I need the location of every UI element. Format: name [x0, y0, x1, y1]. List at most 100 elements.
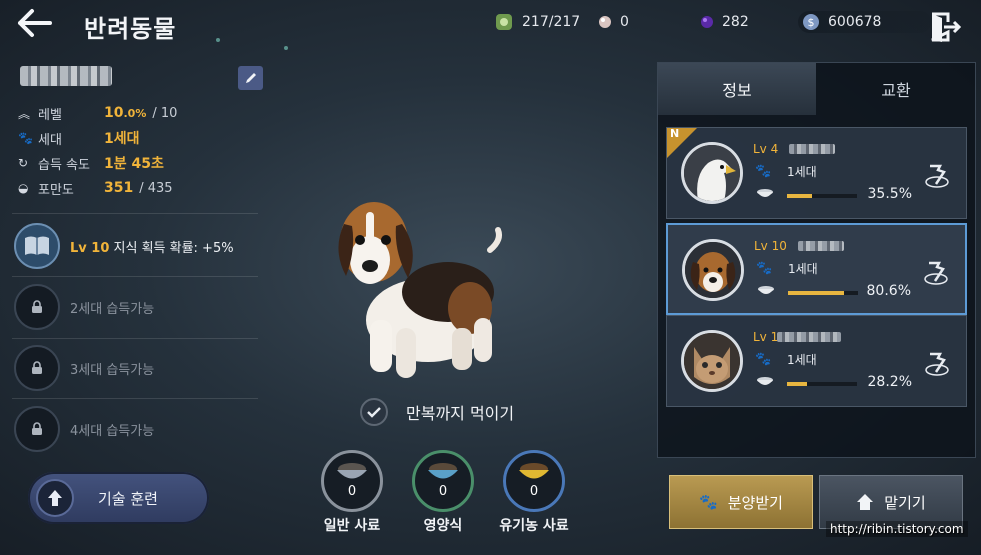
currency-energy: 217/217	[494, 11, 580, 33]
stat-level: ︽ 레벨 10.0% / 10	[18, 102, 177, 124]
satiety-bar-fill	[787, 382, 807, 386]
feed-count: 0	[438, 484, 448, 499]
food-bowl-icon	[519, 463, 549, 479]
satiety-bar	[787, 194, 857, 198]
skill-row-4[interactable]: 4세대 습득가능	[12, 399, 258, 459]
release-button[interactable]	[922, 162, 952, 192]
skill-row-1[interactable]: Lv 10 지식 획득 확률: +5%	[12, 216, 258, 276]
bowl-icon	[757, 377, 773, 385]
paw-icon: 🐾	[756, 261, 773, 276]
bowl-icon	[758, 286, 774, 294]
feed-until-full-label: 만복까지 먹이기	[406, 404, 515, 423]
lock-icon	[14, 345, 60, 391]
deposit-label: 맡기기	[884, 493, 926, 512]
satiety-percent: 28.2%	[867, 374, 912, 390]
pencil-icon	[245, 73, 256, 83]
release-arrow-icon	[925, 352, 949, 376]
paw-icon: 🐾	[699, 493, 718, 511]
divider	[12, 213, 258, 214]
stat-value: 10.0%	[104, 105, 146, 121]
pet-card-3[interactable]: Lv 1 🐾 1세대 28.2%	[666, 315, 967, 407]
food-bowl-icon	[337, 463, 367, 479]
silver-pill: $ 600678	[798, 11, 932, 33]
pearl-value: 0	[620, 14, 629, 30]
release-button[interactable]	[921, 259, 951, 289]
feed-label: 일반 사료	[323, 518, 381, 534]
stat-label: 레벨	[38, 107, 62, 123]
rename-button[interactable]	[238, 66, 263, 90]
bowl-icon: ◒	[18, 181, 29, 195]
satiety-bar	[788, 291, 858, 295]
stat-value: 351	[104, 180, 134, 196]
grade-label: N	[670, 127, 680, 140]
exit-button[interactable]	[928, 10, 962, 44]
skill-training-button[interactable]: 기술 훈련	[28, 472, 209, 524]
food-bowl-icon	[428, 463, 458, 479]
release-button[interactable]	[922, 350, 952, 380]
pet-name-censored	[798, 241, 844, 251]
stat-label: 습득 속도	[38, 157, 90, 173]
pet-card-1[interactable]: N Lv 4 🐾 1세대 35.5%	[666, 127, 967, 219]
skill-text: Lv 10 지식 획득 확률: +5%	[70, 237, 234, 256]
level-percent: .0%	[123, 107, 147, 120]
paw-icon: 🐾	[755, 352, 772, 367]
pet-generation: 1세대	[788, 262, 818, 276]
pet-level: Lv 4	[753, 142, 779, 156]
satiety-bar-fill	[787, 194, 812, 198]
pet-level: Lv 10	[754, 239, 787, 253]
check-icon	[360, 398, 388, 426]
home-icon	[857, 494, 874, 510]
tab-exchange[interactable]: 교환	[816, 63, 976, 115]
energy-value: 217/217	[522, 14, 581, 30]
book-icon	[14, 223, 60, 269]
stat-value: 1세대	[104, 131, 140, 147]
currency-gem: 282	[700, 11, 749, 33]
feed-bowl-organic[interactable]: 0	[503, 450, 565, 512]
pet-generation: 1세대	[787, 353, 817, 367]
adopt-button[interactable]: 🐾 분양받기	[669, 475, 813, 529]
paw-icon: 🐾	[755, 164, 772, 179]
beagle-puppy-model	[330, 190, 510, 390]
adopt-label: 분양받기	[727, 493, 783, 512]
stat-generation: 🐾 세대 1세대	[18, 127, 140, 149]
back-button[interactable]	[14, 6, 54, 40]
satiety-bar	[787, 382, 857, 386]
page-title: 반려동물	[84, 15, 177, 43]
skill-training-label: 기술 훈련	[98, 489, 158, 508]
pet-card-2-selected[interactable]: Lv 10 🐾 1세대 80.6%	[666, 223, 967, 315]
gem-value: 282	[722, 14, 749, 30]
satiety-percent: 80.6%	[866, 283, 911, 299]
sparkle	[284, 46, 288, 50]
silver-coin-icon: $	[803, 14, 819, 30]
pet-level: Lv 1	[753, 330, 779, 344]
feed-bowl-nutrition[interactable]: 0	[412, 450, 474, 512]
level-value: 10	[104, 105, 124, 121]
feed-nutrition[interactable]: 0 영양식	[403, 450, 483, 535]
energy-icon	[496, 14, 512, 30]
paw-icon: 🐾	[18, 131, 33, 145]
currency-pearl: 0	[598, 11, 629, 33]
stat-max: / 435	[139, 180, 173, 196]
stat-label: 세대	[38, 132, 62, 148]
silver-value: 600678	[828, 14, 882, 30]
pet-name-censored	[20, 66, 112, 86]
currency-silver: $ 600678	[798, 11, 932, 33]
skill-row-2[interactable]: 2세대 습득가능	[12, 277, 258, 337]
tab-info[interactable]: 정보	[658, 63, 816, 115]
feed-bowl-normal[interactable]: 0	[321, 450, 383, 512]
exit-door-icon	[931, 12, 962, 42]
purple-gem-icon	[701, 16, 713, 28]
beagle-portrait	[682, 239, 744, 301]
feed-normal[interactable]: 0 일반 사료	[312, 450, 392, 535]
skill-row-3[interactable]: 3세대 습득가능	[12, 338, 258, 398]
feed-label: 유기농 사료	[499, 518, 569, 534]
pearl-icon	[599, 16, 611, 28]
stat-satiety: ◒ 포만도 351 / 435	[18, 177, 173, 199]
feed-until-full-toggle[interactable]: 만복까지 먹이기	[360, 398, 514, 426]
refresh-icon: ↻	[18, 156, 29, 170]
feed-organic[interactable]: 0 유기농 사료	[494, 450, 574, 535]
skill-desc: 지식 획득 확률: +5%	[113, 240, 234, 256]
arrow-left-icon	[18, 9, 52, 37]
sparkle	[216, 38, 220, 42]
pet-name-censored	[789, 144, 835, 154]
